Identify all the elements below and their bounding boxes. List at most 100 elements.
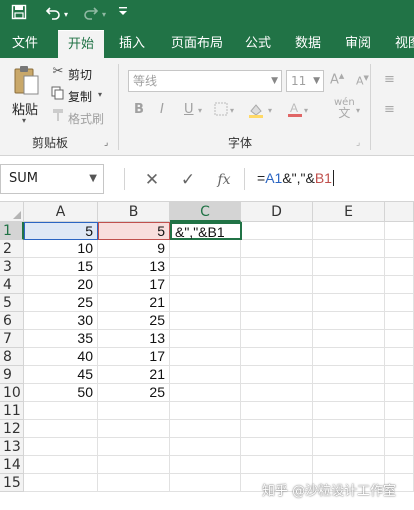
cell[interactable] xyxy=(24,402,98,420)
cell[interactable] xyxy=(385,438,414,456)
customize-toolbar-icon[interactable] xyxy=(116,4,130,26)
cell[interactable] xyxy=(385,456,414,474)
column-header-b[interactable]: B xyxy=(98,202,170,222)
cancel-icon[interactable]: ✕ xyxy=(140,170,164,190)
save-icon[interactable] xyxy=(8,4,30,26)
cell[interactable] xyxy=(170,312,241,330)
row-header[interactable]: 1 xyxy=(0,222,24,240)
cell[interactable] xyxy=(241,420,313,438)
cell[interactable]: 13 xyxy=(98,330,170,348)
row-header[interactable]: 7 xyxy=(0,330,24,348)
font-name-select[interactable]: 等线 ▼ xyxy=(128,70,282,92)
cell[interactable] xyxy=(385,312,414,330)
menu-view[interactable]: 视图 xyxy=(390,30,414,58)
cell[interactable] xyxy=(24,456,98,474)
row-header[interactable]: 14 xyxy=(0,456,24,474)
cell[interactable]: 17 xyxy=(98,276,170,294)
cell[interactable] xyxy=(98,456,170,474)
cell[interactable] xyxy=(241,222,313,240)
cell[interactable]: 13 xyxy=(98,258,170,276)
select-all-button[interactable] xyxy=(0,202,24,222)
cell[interactable]: 15 xyxy=(24,258,98,276)
cell[interactable] xyxy=(385,348,414,366)
cell[interactable] xyxy=(170,330,241,348)
cell[interactable] xyxy=(313,222,385,240)
cell-b1[interactable]: 5 xyxy=(98,222,170,240)
cell[interactable] xyxy=(170,294,241,312)
menu-file[interactable]: 文件 xyxy=(6,30,44,58)
copy-dropdown-icon[interactable]: ▾ xyxy=(98,90,102,99)
cell[interactable] xyxy=(385,240,414,258)
copy-icon[interactable] xyxy=(50,86,66,104)
cell[interactable] xyxy=(24,420,98,438)
cell[interactable] xyxy=(385,258,414,276)
row-header[interactable]: 5 xyxy=(0,294,24,312)
paste-icon[interactable] xyxy=(12,64,42,96)
cell[interactable] xyxy=(170,384,241,402)
cell[interactable]: 20 xyxy=(24,276,98,294)
cell[interactable] xyxy=(241,240,313,258)
cell[interactable] xyxy=(241,366,313,384)
menu-home[interactable]: 开始 xyxy=(58,30,104,58)
cell[interactable] xyxy=(241,294,313,312)
cell[interactable] xyxy=(170,366,241,384)
menu-insert[interactable]: 插入 xyxy=(114,30,150,58)
insert-function-icon[interactable]: fx xyxy=(212,170,236,190)
row-header[interactable]: 2 xyxy=(0,240,24,258)
menu-page-layout[interactable]: 页面布局 xyxy=(166,30,228,58)
cell[interactable] xyxy=(313,294,385,312)
column-header-a[interactable]: A xyxy=(24,202,98,222)
row-header[interactable]: 8 xyxy=(0,348,24,366)
row-header[interactable]: 4 xyxy=(0,276,24,294)
column-header-e[interactable]: E xyxy=(313,202,385,222)
cell[interactable] xyxy=(241,456,313,474)
cell[interactable] xyxy=(98,474,170,492)
cell[interactable] xyxy=(313,258,385,276)
cell[interactable] xyxy=(170,420,241,438)
cell[interactable]: 25 xyxy=(98,312,170,330)
cell[interactable] xyxy=(385,402,414,420)
cut-label[interactable]: 剪切 xyxy=(68,66,92,83)
row-header[interactable]: 9 xyxy=(0,366,24,384)
cell[interactable] xyxy=(98,420,170,438)
row-header[interactable]: 10 xyxy=(0,384,24,402)
cell[interactable]: 25 xyxy=(98,384,170,402)
cell[interactable] xyxy=(385,366,414,384)
cell[interactable] xyxy=(313,456,385,474)
cell[interactable] xyxy=(170,474,241,492)
row-header[interactable]: 13 xyxy=(0,438,24,456)
column-header-d[interactable]: D xyxy=(241,202,313,222)
cell[interactable] xyxy=(170,276,241,294)
row-header[interactable]: 6 xyxy=(0,312,24,330)
cell[interactable]: 21 xyxy=(98,294,170,312)
cut-icon[interactable]: ✂ xyxy=(50,64,66,79)
cell[interactable] xyxy=(385,276,414,294)
cell[interactable] xyxy=(313,402,385,420)
cell[interactable] xyxy=(313,312,385,330)
undo-dropdown-icon[interactable]: ▾ xyxy=(60,4,72,26)
cell[interactable] xyxy=(98,402,170,420)
cell[interactable] xyxy=(170,456,241,474)
cell[interactable] xyxy=(170,438,241,456)
cell[interactable]: 10 xyxy=(24,240,98,258)
cell[interactable]: 45 xyxy=(24,366,98,384)
name-box[interactable]: SUM ▼ xyxy=(0,164,104,194)
cell[interactable] xyxy=(385,330,414,348)
cell[interactable] xyxy=(241,330,313,348)
cell[interactable]: 50 xyxy=(24,384,98,402)
column-header-c[interactable]: C xyxy=(170,202,241,222)
cell[interactable] xyxy=(385,294,414,312)
cell[interactable] xyxy=(385,222,414,240)
row-header[interactable]: 15 xyxy=(0,474,24,492)
row-header[interactable]: 12 xyxy=(0,420,24,438)
cell[interactable] xyxy=(170,402,241,420)
cell[interactable] xyxy=(241,348,313,366)
cell[interactable] xyxy=(24,474,98,492)
cell[interactable] xyxy=(170,348,241,366)
cell[interactable]: 25 xyxy=(24,294,98,312)
clipboard-launcher-icon[interactable]: ⌟ xyxy=(104,138,108,148)
font-size-select[interactable]: 11 ▼ xyxy=(286,70,324,92)
cell[interactable]: 30 xyxy=(24,312,98,330)
cell[interactable] xyxy=(241,384,313,402)
cell[interactable] xyxy=(241,258,313,276)
